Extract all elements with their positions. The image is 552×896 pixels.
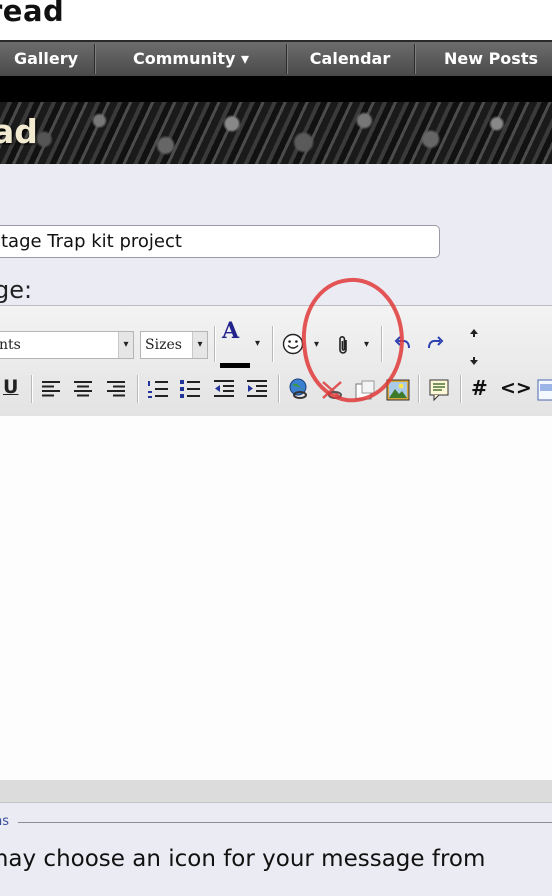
resize-up-icon[interactable]	[467, 326, 481, 340]
message-label: ge:	[0, 276, 33, 304]
ordered-list-icon[interactable]	[146, 378, 170, 400]
resize-down-icon[interactable]	[467, 354, 481, 368]
align-right-icon[interactable]	[104, 378, 128, 400]
font-color-dropdown-icon[interactable]: ▾	[255, 338, 260, 349]
thread-title-input[interactable]: tage Trap kit project	[0, 225, 440, 258]
link-icon[interactable]	[286, 376, 312, 402]
nav-calendar[interactable]: Calendar	[288, 42, 412, 76]
align-center-icon[interactable]	[71, 378, 95, 400]
banner-heading: ad	[0, 112, 38, 151]
redo-icon[interactable]	[423, 334, 445, 354]
align-left-icon[interactable]	[39, 378, 63, 400]
font-select[interactable]: nts ▾	[0, 331, 134, 359]
size-select[interactable]: Sizes ▾	[140, 331, 208, 359]
nav-new-posts[interactable]: New Posts	[416, 42, 552, 76]
chevron-down-icon: ▾	[192, 332, 207, 358]
hash-icon[interactable]: #	[471, 376, 488, 400]
fieldset-legend: ns	[0, 814, 10, 829]
quote-icon[interactable]	[426, 377, 452, 403]
page-banner	[0, 102, 552, 164]
indent-icon[interactable]	[245, 378, 269, 400]
page-title: read	[0, 0, 65, 28]
outdent-icon[interactable]	[212, 378, 236, 400]
nav-community[interactable]: Community ▾	[96, 42, 286, 76]
font-color-swatch	[220, 363, 250, 368]
font-select-value: nts	[0, 337, 21, 353]
sub-nav-bar	[0, 76, 552, 102]
unordered-list-icon[interactable]	[178, 378, 202, 400]
fieldset-divider	[18, 822, 552, 823]
nav-gallery[interactable]: Gallery	[0, 42, 92, 76]
message-editor[interactable]	[0, 416, 552, 781]
post-icon-instructions: may choose an icon for your message from	[0, 846, 486, 872]
code-icon[interactable]: <>	[500, 377, 532, 399]
size-select-value: Sizes	[145, 337, 182, 353]
main-navbar: Gallery Community ▾ Calendar New Posts	[0, 40, 552, 77]
editor-resize-bar[interactable]	[0, 780, 552, 803]
php-icon[interactable]	[536, 377, 552, 403]
underline-icon[interactable]: U	[3, 376, 18, 398]
chevron-down-icon: ▾	[118, 332, 133, 358]
font-color-button[interactable]: A	[222, 318, 239, 344]
